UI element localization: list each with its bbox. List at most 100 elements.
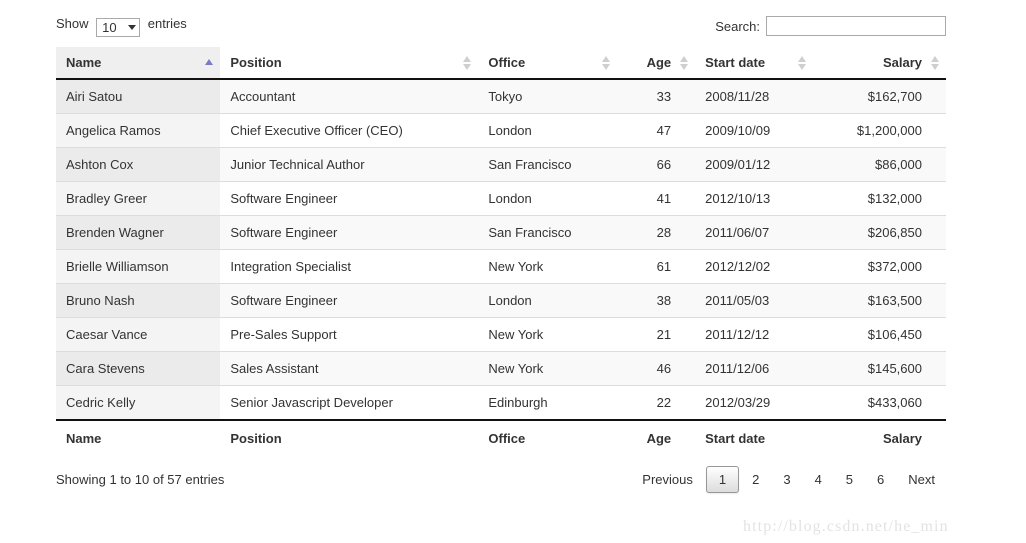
footer-column-salary: Salary — [813, 420, 946, 456]
cell-name: Cara Stevens — [56, 352, 220, 386]
cell-salary: $106,450 — [813, 318, 946, 352]
datatable-wrapper: Show 10 entries Search: Name — [56, 10, 946, 494]
column-header-label: Age — [647, 55, 672, 70]
cell-office: New York — [478, 250, 616, 284]
cell-office: Tokyo — [478, 79, 616, 114]
column-header-office[interactable]: Office — [478, 47, 616, 79]
pagination-page-3[interactable]: 3 — [772, 467, 801, 492]
cell-position: Integration Specialist — [220, 250, 478, 284]
pagination-previous[interactable]: Previous — [631, 467, 704, 492]
cell-position: Accountant — [220, 79, 478, 114]
table-footer-bar: Showing 1 to 10 of 57 entries Previous 1… — [56, 464, 946, 494]
table-row[interactable]: Brielle WilliamsonIntegration Specialist… — [56, 250, 946, 284]
table-row[interactable]: Brenden WagnerSoftware EngineerSan Franc… — [56, 216, 946, 250]
column-header-position[interactable]: Position — [220, 47, 478, 79]
cell-name: Angelica Ramos — [56, 114, 220, 148]
table-row[interactable]: Airi SatouAccountantTokyo332008/11/28$16… — [56, 79, 946, 114]
cell-office: London — [478, 114, 616, 148]
column-header-name[interactable]: Name — [56, 47, 220, 79]
table-row[interactable]: Cara StevensSales AssistantNew York46201… — [56, 352, 946, 386]
cell-office: San Francisco — [478, 216, 616, 250]
cell-start-date: 2011/12/12 — [695, 318, 813, 352]
cell-office: San Francisco — [478, 148, 616, 182]
footer-column-name: Name — [56, 420, 220, 456]
cell-salary: $372,000 — [813, 250, 946, 284]
cell-name: Cedric Kelly — [56, 386, 220, 421]
cell-age: 28 — [617, 216, 696, 250]
search-label: Search: — [715, 19, 760, 34]
pagination-page-4[interactable]: 4 — [804, 467, 833, 492]
cell-age: 38 — [617, 284, 696, 318]
page-length-value: 10 — [102, 20, 116, 35]
column-header-start-date[interactable]: Start date — [695, 47, 813, 79]
cell-start-date: 2011/12/06 — [695, 352, 813, 386]
pagination-next[interactable]: Next — [897, 467, 946, 492]
cell-name: Ashton Cox — [56, 148, 220, 182]
cell-start-date: 2012/10/13 — [695, 182, 813, 216]
cell-name: Brenden Wagner — [56, 216, 220, 250]
entries-label: entries — [148, 16, 187, 31]
footer-column-age: Age — [617, 420, 696, 456]
cell-position: Sales Assistant — [220, 352, 478, 386]
cell-office: London — [478, 182, 616, 216]
cell-start-date: 2009/01/12 — [695, 148, 813, 182]
column-header-label: Start date — [705, 55, 765, 70]
pagination: Previous 123456 Next — [629, 466, 946, 493]
cell-office: Edinburgh — [478, 386, 616, 421]
cell-salary: $162,700 — [813, 79, 946, 114]
sort-toggle-icon — [680, 55, 689, 71]
cell-position: Junior Technical Author — [220, 148, 478, 182]
cell-salary: $132,000 — [813, 182, 946, 216]
pagination-page-2[interactable]: 2 — [741, 467, 770, 492]
pagination-page-5[interactable]: 5 — [835, 467, 864, 492]
entries-info: Showing 1 to 10 of 57 entries — [56, 472, 224, 487]
cell-position: Software Engineer — [220, 284, 478, 318]
sort-toggle-icon — [602, 55, 611, 71]
cell-office: New York — [478, 352, 616, 386]
cell-office: London — [478, 284, 616, 318]
search-control: Search: — [715, 16, 946, 36]
column-header-label: Office — [488, 55, 525, 70]
cell-age: 47 — [617, 114, 696, 148]
table-head: Name Position Office — [56, 47, 946, 79]
footer-column-office: Office — [478, 420, 616, 456]
table-row[interactable]: Angelica RamosChief Executive Officer (C… — [56, 114, 946, 148]
sort-ascending-icon — [205, 55, 214, 71]
chevron-down-icon — [128, 25, 136, 30]
footer-column-start-date: Start date — [695, 420, 813, 456]
cell-start-date: 2011/05/03 — [695, 284, 813, 318]
table-row[interactable]: Ashton CoxJunior Technical AuthorSan Fra… — [56, 148, 946, 182]
column-header-label: Salary — [883, 55, 922, 70]
cell-age: 21 — [617, 318, 696, 352]
cell-age: 61 — [617, 250, 696, 284]
table-row[interactable]: Caesar VancePre-Sales SupportNew York212… — [56, 318, 946, 352]
column-header-label: Position — [230, 55, 281, 70]
column-header-salary[interactable]: Salary — [813, 47, 946, 79]
cell-position: Chief Executive Officer (CEO) — [220, 114, 478, 148]
watermark-text: http://blog.csdn.net/he_min — [743, 518, 949, 536]
cell-name: Caesar Vance — [56, 318, 220, 352]
cell-salary: $163,500 — [813, 284, 946, 318]
table-header-row: Name Position Office — [56, 47, 946, 79]
footer-column-position: Position — [220, 420, 478, 456]
pagination-page-1[interactable]: 1 — [706, 466, 739, 493]
sort-toggle-icon — [463, 55, 472, 71]
cell-position: Pre-Sales Support — [220, 318, 478, 352]
cell-age: 46 — [617, 352, 696, 386]
cell-name: Brielle Williamson — [56, 250, 220, 284]
table-controls-bar: Show 10 entries Search: — [56, 10, 946, 42]
table-row[interactable]: Bruno NashSoftware EngineerLondon382011/… — [56, 284, 946, 318]
search-input[interactable] — [766, 16, 946, 36]
table-row[interactable]: Bradley GreerSoftware EngineerLondon4120… — [56, 182, 946, 216]
cell-salary: $433,060 — [813, 386, 946, 421]
table-foot: Name Position Office Age Start date Sala… — [56, 420, 946, 456]
cell-office: New York — [478, 318, 616, 352]
page-length-select[interactable]: 10 — [96, 18, 140, 37]
table-footer-row: Name Position Office Age Start date Sala… — [56, 420, 946, 456]
pagination-page-6[interactable]: 6 — [866, 467, 895, 492]
column-header-age[interactable]: Age — [617, 47, 696, 79]
show-label: Show — [56, 16, 89, 31]
table-row[interactable]: Cedric KellySenior Javascript DeveloperE… — [56, 386, 946, 421]
table-body: Airi SatouAccountantTokyo332008/11/28$16… — [56, 79, 946, 420]
cell-position: Software Engineer — [220, 216, 478, 250]
